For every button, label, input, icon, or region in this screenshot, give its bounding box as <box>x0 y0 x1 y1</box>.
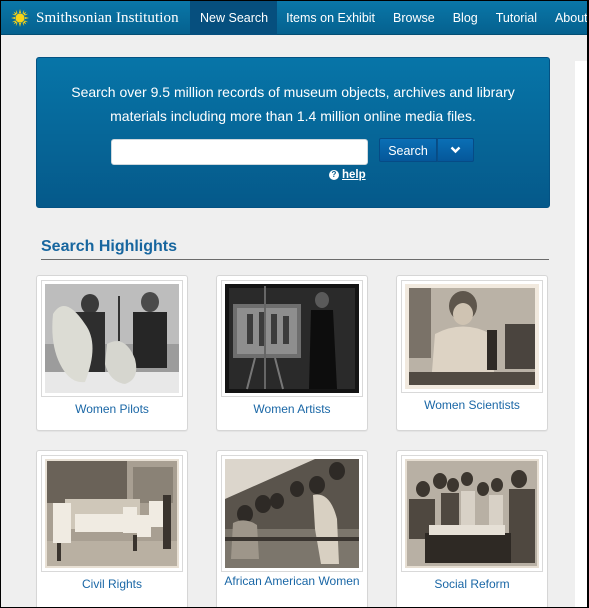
women-pilots-photo <box>45 284 179 393</box>
card-thumbnail <box>221 455 363 572</box>
divider <box>41 259 549 260</box>
logo[interactable]: Smithsonian Institution <box>11 9 179 27</box>
help-label: help <box>342 169 366 181</box>
highlight-card-african-american-women[interactable]: African American Women <box>216 450 368 607</box>
nav-new-search[interactable]: New Search <box>190 1 278 35</box>
search-intro: Search over 9.5 million records of museu… <box>37 80 549 128</box>
highlight-card-women-pilots[interactable]: Women Pilots <box>36 275 188 431</box>
card-thumbnail <box>41 280 183 397</box>
highlight-card-women-artists[interactable]: Women Artists <box>216 275 368 431</box>
nav-blog[interactable]: Blog <box>444 1 487 35</box>
main-nav: New Search Items on Exhibit Browse Blog … <box>190 1 587 35</box>
nav-browse[interactable]: Browse <box>384 1 444 35</box>
search-intro-line-2: materials including more than 1.4 millio… <box>110 108 476 124</box>
logo-text: Smithsonian Institution <box>36 9 179 26</box>
card-label[interactable]: Women Artists <box>217 403 367 415</box>
card-label[interactable]: Women Scientists <box>397 399 547 411</box>
nav-items-on-exhibit[interactable]: Items on Exhibit <box>277 1 384 35</box>
highlight-card-women-scientists[interactable]: Women Scientists <box>396 275 548 431</box>
nav-tutorial[interactable]: Tutorial <box>487 1 546 35</box>
search-highlights-title: Search Highlights <box>41 238 178 255</box>
social-reform-photo <box>405 459 539 568</box>
card-label[interactable]: Civil Rights <box>37 578 187 590</box>
chevron-down-icon <box>450 141 461 159</box>
african-american-women-photo <box>225 459 359 568</box>
question-circle-icon: ? <box>329 170 339 180</box>
card-thumbnail <box>401 455 543 572</box>
search-intro-line-1: Search over 9.5 million records of museu… <box>71 84 515 100</box>
card-label[interactable]: African American Women <box>217 575 367 587</box>
search-button[interactable]: Search <box>379 138 437 162</box>
top-nav-bar: Smithsonian Institution New Search Items… <box>1 1 587 35</box>
card-label[interactable]: Social Reform <box>397 578 547 590</box>
page: Smithsonian Institution New Search Items… <box>1 1 587 607</box>
card-thumbnail <box>221 280 363 397</box>
civil-rights-photo <box>45 459 179 568</box>
search-options-dropdown[interactable] <box>437 138 474 162</box>
highlight-card-social-reform[interactable]: Social Reform <box>396 450 548 607</box>
card-label[interactable]: Women Pilots <box>37 403 187 415</box>
scroll-area <box>575 61 587 607</box>
search-input[interactable] <box>111 139 368 165</box>
women-scientists-photo <box>405 284 539 389</box>
card-thumbnail <box>401 280 543 393</box>
highlight-card-civil-rights[interactable]: Civil Rights <box>36 450 188 607</box>
women-artists-photo <box>225 284 359 393</box>
sun-icon <box>11 9 29 27</box>
search-button-group: Search <box>379 138 474 162</box>
help-link[interactable]: ? help <box>329 169 366 181</box>
search-panel: Search over 9.5 million records of museu… <box>36 57 550 208</box>
nav-about[interactable]: About <box>546 1 587 35</box>
card-thumbnail <box>41 455 183 572</box>
